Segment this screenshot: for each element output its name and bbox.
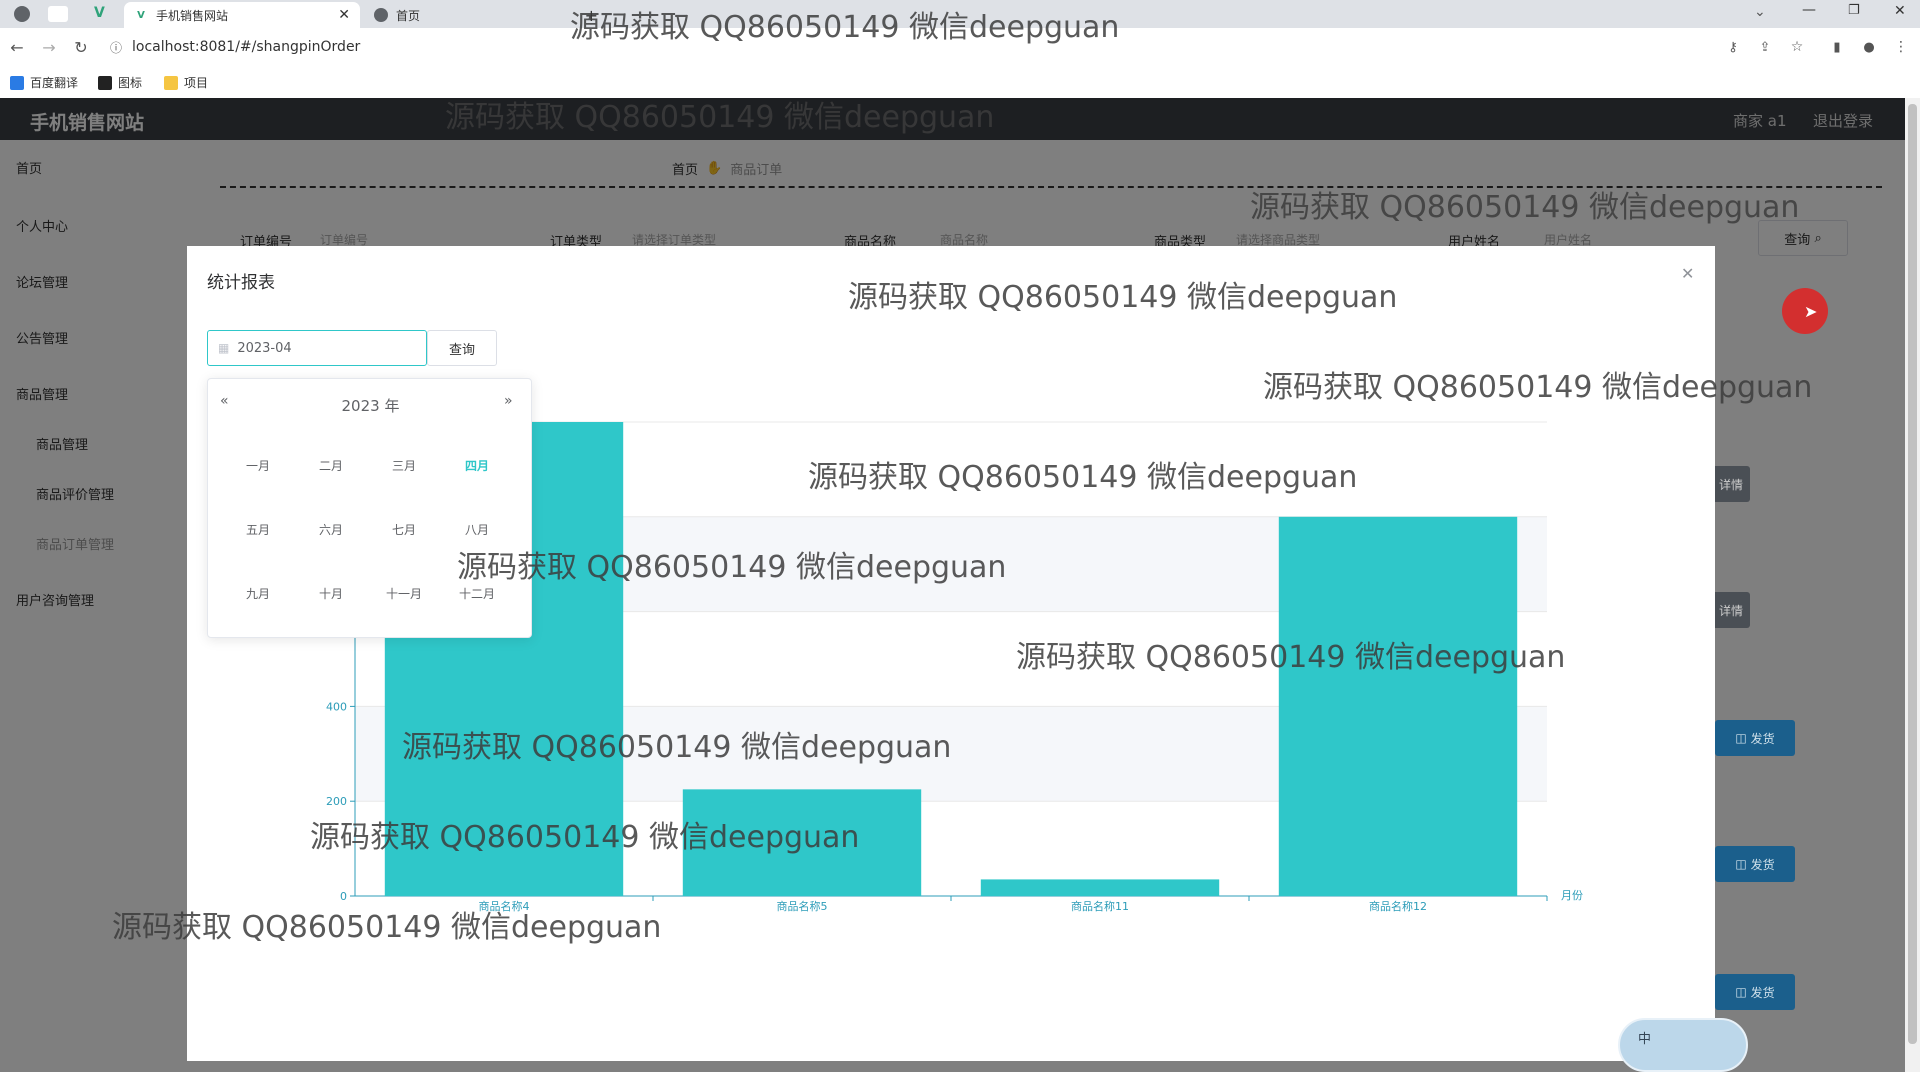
bar [1278, 516, 1518, 896]
x-axis-label: 月份 [1561, 889, 1583, 902]
menu-icon[interactable]: ⋮ [1890, 36, 1912, 58]
key-icon[interactable]: ⚷ [1722, 36, 1744, 58]
detail-button[interactable]: 详情 [1712, 592, 1750, 628]
month-cell[interactable]: 三月 [374, 457, 434, 474]
detail-button[interactable]: 详情 [1712, 466, 1750, 502]
month-cell[interactable]: 五月 [228, 521, 288, 538]
y-tick-label: 200 [326, 795, 347, 808]
month-cell[interactable]: 二月 [301, 457, 361, 474]
modal-title: 统计报表 [207, 273, 275, 293]
ship-button[interactable]: ◫ 发货 [1715, 846, 1795, 882]
tab-label: 首页 [396, 8, 421, 23]
new-tab-icon[interactable]: + [585, 6, 598, 25]
back-icon[interactable]: ← [6, 36, 28, 58]
bookmarks-bar: 百度翻译 图标 项目 [0, 66, 1920, 99]
next-year-icon[interactable]: » [504, 393, 513, 409]
reload-icon[interactable]: ↻ [70, 36, 92, 58]
forward-icon[interactable]: → [38, 36, 60, 58]
y-tick-label: 400 [326, 700, 347, 713]
url-text: localhost:8081/#/shangpinOrder [132, 39, 361, 55]
month-cell[interactable]: 八月 [447, 521, 507, 538]
browser-globe-icon[interactable] [14, 6, 30, 22]
month-cell[interactable]: 一月 [228, 457, 288, 474]
share-icon[interactable]: ⇪ [1754, 36, 1776, 58]
ime-widget[interactable]: 中 [1618, 1018, 1748, 1072]
scrollbar-thumb[interactable] [1908, 104, 1917, 1044]
bar [980, 879, 1220, 896]
close-icon[interactable]: ✕ [1681, 264, 1694, 283]
bar [682, 789, 922, 896]
date-value: 2023-04 [237, 340, 292, 356]
x-tick-label: 商品名称11 [1071, 899, 1129, 913]
year-label[interactable]: 2023 年 [208, 395, 533, 416]
vue-icon: V [137, 9, 145, 21]
month-cell[interactable]: 六月 [301, 521, 361, 538]
blank-tab-icon[interactable] [48, 6, 68, 22]
month-cell[interactable]: 七月 [374, 521, 434, 538]
tab-label: 手机销售网站 [156, 8, 229, 23]
bookmark-label: 项目 [184, 76, 209, 90]
translate-icon [10, 75, 24, 90]
month-cell[interactable]: 十一月 [374, 585, 434, 602]
bookmark-translate[interactable]: 百度翻译 [10, 74, 78, 91]
report-modal: 统计报表 ✕ ▦ 2023-04 查询 0 200 400 商品名称4 商品名称5 商品名… [187, 246, 1715, 1061]
cursor-icon: ➤ [1804, 302, 1818, 321]
minimize-icon[interactable]: — [1802, 2, 1816, 18]
month-cell[interactable]: 十月 [301, 585, 361, 602]
ship-icon: ◫ [1735, 985, 1747, 999]
ship-icon: ◫ [1735, 731, 1747, 745]
tab-active[interactable]: V 手机销售网站 ✕ [124, 2, 360, 28]
restore-icon[interactable]: ❐ [1848, 3, 1860, 18]
x-tick-label: 商品名称4 [479, 899, 530, 913]
button-label: 发货 [1750, 731, 1775, 746]
globe-icon [374, 8, 388, 22]
month-picker-input[interactable]: ▦ 2023-04 [207, 330, 427, 366]
month-picker-panel: « 2023 年 » 一月 二月 三月 四月 五月 六月 七月 八月 九月 十月 十一月 十二月 [207, 378, 532, 638]
bookmark-project[interactable]: 项目 [164, 74, 208, 91]
query-button[interactable]: 查询 [427, 330, 497, 366]
folder-icon [164, 75, 178, 90]
address-field[interactable]: ⓘ localhost:8081/#/shangpinOrder [110, 32, 1710, 62]
button-label: 发货 [1750, 985, 1775, 1000]
sidepanel-icon[interactable]: ▮ [1826, 36, 1848, 58]
close-window-icon[interactable]: ✕ [1894, 3, 1906, 19]
ship-button[interactable]: ◫ 发货 [1715, 974, 1795, 1010]
chevron-down-icon[interactable]: ⌄ [1754, 4, 1766, 20]
month-cell[interactable]: 十二月 [447, 585, 507, 602]
close-tab-icon[interactable]: ✕ [338, 7, 350, 23]
calendar-icon: ▦ [218, 341, 230, 355]
vue-tab-icon[interactable]: V [94, 5, 105, 21]
bookmark-label: 图标 [118, 76, 143, 90]
tab-home[interactable]: 首页 + [364, 2, 598, 28]
y-tick-label: 0 [340, 890, 347, 903]
x-tick-label: 商品名称12 [1369, 899, 1427, 913]
info-icon: ⓘ [110, 40, 123, 55]
ship-icon: ◫ [1735, 857, 1747, 871]
month-cell[interactable]: 四月 [447, 457, 507, 474]
bookmark-icons[interactable]: 图标 [98, 74, 142, 91]
ship-button[interactable]: ◫ 发货 [1715, 720, 1795, 756]
bookmark-label: 百度翻译 [30, 76, 79, 90]
icon-icon [98, 75, 112, 90]
profile-icon[interactable]: ● [1858, 36, 1880, 58]
month-cell[interactable]: 九月 [228, 585, 288, 602]
ime-label: 中 [1638, 1032, 1652, 1047]
address-bar-row: ← → ↻ ⓘ localhost:8081/#/shangpinOrder ⚷… [0, 28, 1920, 66]
browser-tab-bar: V V 手机销售网站 ✕ 首页 + ⌄ — ❐ ✕ [0, 0, 1920, 28]
x-tick-label: 商品名称5 [777, 899, 828, 913]
star-icon[interactable]: ☆ [1786, 36, 1808, 58]
button-label: 发货 [1750, 857, 1775, 872]
